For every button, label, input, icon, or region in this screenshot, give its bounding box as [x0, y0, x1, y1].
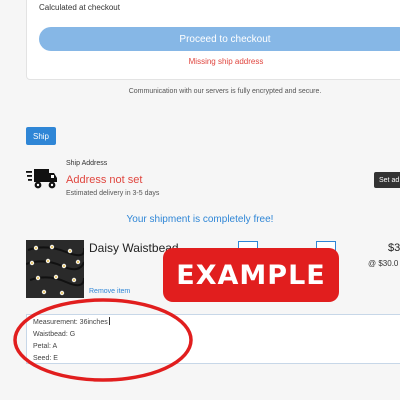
proceed-to-checkout-button[interactable]: Proceed to checkout: [39, 27, 400, 51]
free-shipping-message: Your shipment is completely free!: [126, 214, 274, 225]
note-line: Petal: A: [33, 343, 58, 350]
product-thumbnail[interactable]: [26, 240, 84, 298]
estimated-delivery-text: Estimated delivery in 3-5 days: [66, 190, 160, 197]
missing-address-warning: Missing ship address: [188, 57, 264, 66]
calculated-at-checkout-text: Calculated at checkout: [39, 3, 120, 12]
item-total-price: $3: [388, 242, 400, 254]
ship-tab[interactable]: Ship: [26, 127, 56, 145]
note-line: Seed: E: [33, 355, 58, 362]
text-cursor: [108, 317, 110, 325]
truck-icon: [26, 169, 57, 189]
item-unit-price: @ $30.0: [368, 259, 399, 268]
note-line: Measurement: 36inches: [33, 317, 110, 326]
address-status: Address not set: [66, 174, 143, 186]
note-line: Waistbead: G: [33, 331, 76, 338]
secure-communication-text: Communication with our servers is fully …: [128, 88, 322, 95]
example-overlay-label: EXAMPLE: [163, 248, 339, 302]
ship-address-label: Ship Address: [66, 160, 108, 167]
item-notes-textarea[interactable]: Measurement: 36inches Waistbead: G Petal…: [26, 314, 400, 364]
remove-item-link[interactable]: Remove item: [89, 288, 130, 295]
order-summary-card: Calculated at checkout Proceed to checko…: [26, 0, 400, 80]
set-address-button[interactable]: Set ad: [374, 172, 400, 188]
